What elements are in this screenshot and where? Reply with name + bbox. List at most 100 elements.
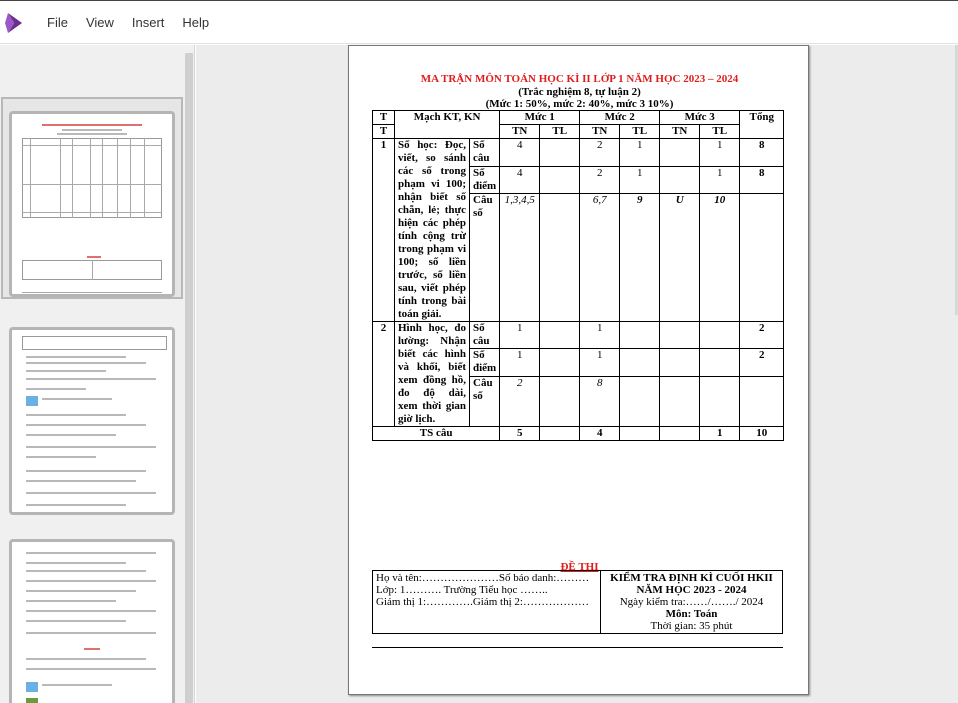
cell: 1	[579, 348, 621, 377]
cell	[539, 165, 581, 195]
cell	[659, 348, 701, 377]
cell: 1	[619, 138, 661, 167]
cell	[539, 348, 581, 377]
page-thumbnails-panel	[0, 45, 195, 703]
cell: 6,7	[579, 193, 621, 322]
cell: 9	[619, 193, 661, 322]
header-tt-top: T	[372, 110, 395, 125]
cell: 4	[499, 165, 541, 195]
cell	[539, 426, 581, 441]
cell: 8	[739, 138, 785, 167]
header-muc3: Mức 3	[659, 110, 741, 125]
header-muc2: Mức 2	[579, 110, 661, 125]
cell: 1	[579, 320, 621, 350]
cell	[619, 426, 661, 441]
row-number: 2	[372, 321, 395, 427]
menu-file[interactable]: File	[38, 15, 77, 30]
menu-view[interactable]: View	[77, 15, 123, 30]
exam-title: KIỂM TRA ĐỊNH KÌ CUỐI HKII	[610, 572, 773, 584]
cell	[659, 138, 701, 167]
menu-help[interactable]: Help	[173, 15, 218, 30]
header-tl: TL	[619, 124, 661, 139]
cell	[699, 375, 741, 427]
cell: 1,3,4,5	[499, 193, 541, 322]
cell: 1	[699, 165, 741, 195]
school-year: NĂM HỌC 2023 - 2024	[636, 584, 747, 596]
divider	[372, 647, 783, 648]
cell	[539, 138, 581, 167]
matrix-table: T Mạch KT, KN Mức 1 Mức 2 Mức 3 Tổng T T…	[371, 110, 785, 441]
cell: 2	[739, 348, 785, 377]
cell	[739, 375, 785, 427]
student-name-line: Họ và tên:…………………Số báo danh:………	[376, 572, 590, 584]
cell: 8	[579, 375, 621, 427]
cell	[539, 320, 581, 350]
page-thumbnail-3[interactable]	[1, 537, 183, 703]
document-view: MA TRẬN MÔN TOÁN HỌC KÌ II LỚP 1 NĂM HỌC…	[196, 45, 958, 703]
cell: 5	[499, 426, 541, 441]
row-label: Số câu	[468, 138, 501, 167]
cell	[539, 375, 581, 427]
scrollbar-thumb[interactable]	[185, 53, 193, 703]
header-muc1: Mức 1	[499, 110, 581, 125]
cell: 2	[579, 165, 621, 195]
document-page: MA TRẬN MÔN TOÁN HỌC KÌ II LỚP 1 NĂM HỌC…	[348, 45, 809, 695]
class-line: Lớp: 1………. Trường Tiểu học ……..	[376, 584, 548, 596]
cell	[739, 193, 785, 322]
menu-bar: File View Insert Help	[38, 15, 218, 30]
cell	[619, 348, 661, 377]
cell: 1	[499, 348, 541, 377]
duration: Thời gian: 35 phút	[650, 620, 733, 632]
exam-header-table: Họ và tên:…………………Số báo danh:……… Lớp: 1……	[372, 570, 783, 634]
cell	[619, 320, 661, 350]
cell	[699, 320, 741, 350]
exam-info: KIỂM TRA ĐỊNH KÌ CUỐI HKII NĂM HỌC 2023 …	[600, 570, 783, 634]
cell	[659, 165, 701, 195]
row-label: Số điểm	[468, 165, 501, 195]
thumbnail-scrollbar[interactable]	[185, 53, 193, 703]
header-tt-bottom: T	[372, 124, 395, 139]
cell	[539, 193, 581, 322]
cell: 2	[499, 375, 541, 427]
proctor-line: Giám thị 1:………….Giám thị 2:………………	[376, 596, 589, 608]
menu-insert[interactable]: Insert	[123, 15, 174, 30]
row-label: Số điểm	[468, 348, 501, 377]
row-label: Câu số	[468, 375, 501, 427]
matrix-title: MA TRẬN MÔN TOÁN HỌC KÌ II LỚP 1 NĂM HỌC…	[420, 73, 739, 85]
student-info: Họ và tên:…………………Số báo danh:……… Lớp: 1……	[372, 570, 601, 634]
page-thumbnail-2[interactable]	[1, 325, 183, 515]
header-tl: TL	[699, 124, 741, 139]
row-label: Số câu	[468, 320, 501, 350]
exam-date: Ngày kiểm tra:……/……./ 2024	[619, 596, 764, 608]
thumbnail-preview	[9, 111, 175, 297]
cell: 4	[499, 138, 541, 167]
header-tl: TL	[539, 124, 581, 139]
cell	[659, 375, 701, 427]
header-tong: Tổng	[739, 110, 785, 139]
page-thumbnail-1[interactable]	[1, 97, 183, 299]
row-number: 1	[372, 138, 395, 322]
header-tn: TN	[499, 124, 541, 139]
cell: 2	[579, 138, 621, 167]
header-tn: TN	[579, 124, 621, 139]
header-mach: Mạch KT, KN	[393, 110, 501, 139]
cell: 1	[619, 165, 661, 195]
row-content: Số học: Đọc, viết, so sánh các số trong …	[394, 138, 470, 322]
row-content: Hình học, đo lường: Nhận biết các hình v…	[394, 321, 470, 427]
header-tn: TN	[659, 124, 701, 139]
cell	[619, 375, 661, 427]
app-logo-icon[interactable]	[4, 11, 26, 35]
cell: 2	[739, 320, 785, 350]
thumbnail-preview	[9, 539, 175, 703]
cell: U	[659, 193, 701, 322]
row-label: Câu số	[468, 193, 501, 322]
cell	[659, 426, 701, 441]
matrix-subtitle-1: (Trắc nghiệm 8, tự luận 2)	[518, 86, 641, 98]
cell: 4	[579, 426, 621, 441]
matrix-subtitle-2: (Mức 1: 50%, mức 2: 40%, mức 3 10%)	[485, 98, 674, 110]
cell: 1	[499, 320, 541, 350]
cell	[659, 320, 701, 350]
subject: Môn: Toán	[665, 608, 718, 620]
cell: 1	[699, 138, 741, 167]
top-toolbar: File View Insert Help	[0, 0, 958, 44]
